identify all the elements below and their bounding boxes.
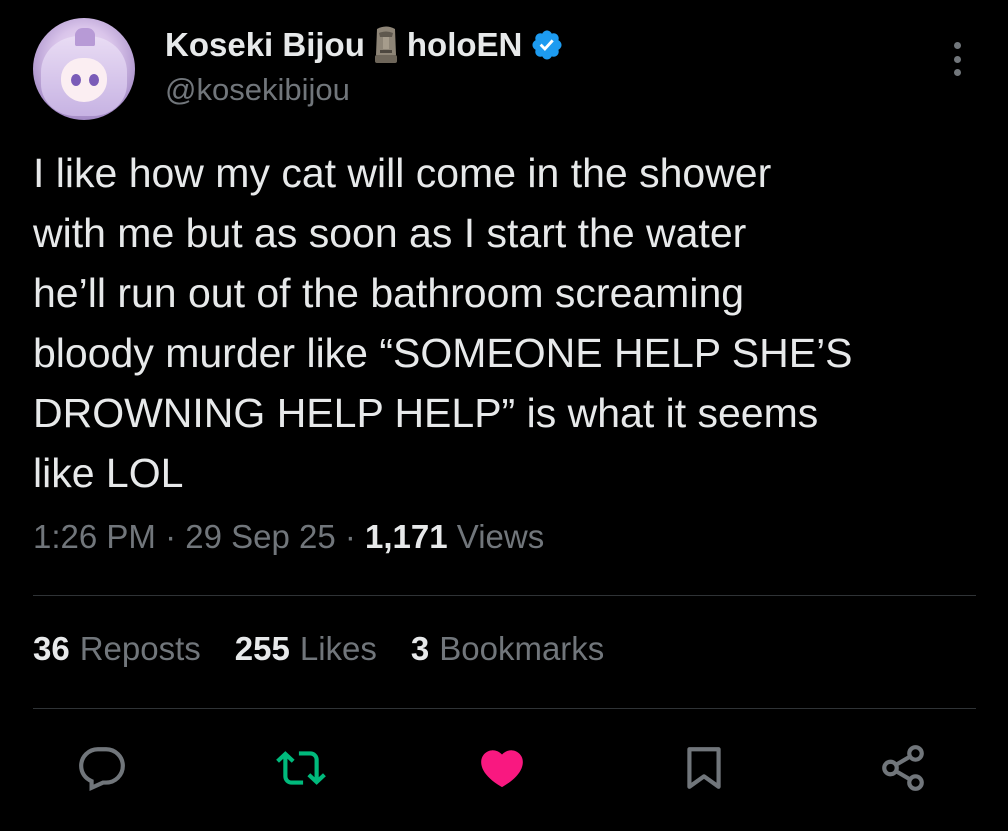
likes-stat[interactable]: 255 Likes [235, 630, 377, 668]
tweet-time[interactable]: 1:26 PM [33, 518, 156, 556]
bookmarks-label: Bookmarks [439, 630, 605, 667]
author-name-suffix: holoEN [406, 26, 523, 63]
more-options-icon[interactable] [942, 36, 972, 82]
engagement-stats: 36 Reposts 255 Likes 3 Bookmarks [33, 630, 604, 668]
tweet-date[interactable]: 29 Sep 25 [185, 518, 335, 556]
like-icon [481, 750, 523, 788]
bookmarks-count: 3 [410, 630, 430, 667]
bookmarks-stat[interactable]: 3 Bookmarks [411, 630, 604, 668]
bookmark-button[interactable] [676, 740, 732, 796]
reply-icon [79, 747, 125, 792]
share-button[interactable] [875, 740, 931, 796]
views-count: 1,171 [365, 518, 448, 555]
likes-label: Likes [299, 630, 377, 667]
likes-count: 255 [234, 630, 290, 667]
meta-separator: · [335, 518, 366, 555]
author-handle[interactable]: @kosekibijou [165, 72, 350, 108]
views-label: Views [456, 518, 545, 555]
reposts-label: Reposts [79, 630, 201, 667]
tweet-detail: Koseki Bijou holoEN @kosekibijou I like … [0, 0, 1008, 831]
action-bar [0, 740, 1008, 804]
divider [33, 595, 976, 596]
meta-separator: · [155, 518, 186, 555]
reply-button[interactable] [74, 740, 130, 796]
repost-button[interactable] [273, 740, 329, 796]
author-display-name: Koseki Bijou [165, 26, 365, 63]
like-button[interactable] [474, 740, 530, 796]
repost-icon [276, 751, 326, 785]
tweet-text: I like how my cat will come in the showe… [33, 150, 853, 496]
moai-icon [371, 25, 401, 65]
reposts-count: 36 [33, 630, 70, 667]
author-name-row[interactable]: Koseki Bijou holoEN [165, 22, 564, 68]
reposts-stat[interactable]: 36 Reposts [33, 630, 201, 668]
divider [33, 708, 976, 709]
tweet-meta: 1:26 PM · 29 Sep 25 · 1,171 Views [33, 518, 544, 556]
bookmark-icon [687, 747, 721, 789]
avatar[interactable] [33, 18, 135, 120]
verified-badge-icon [532, 30, 562, 60]
share-icon [882, 745, 924, 791]
